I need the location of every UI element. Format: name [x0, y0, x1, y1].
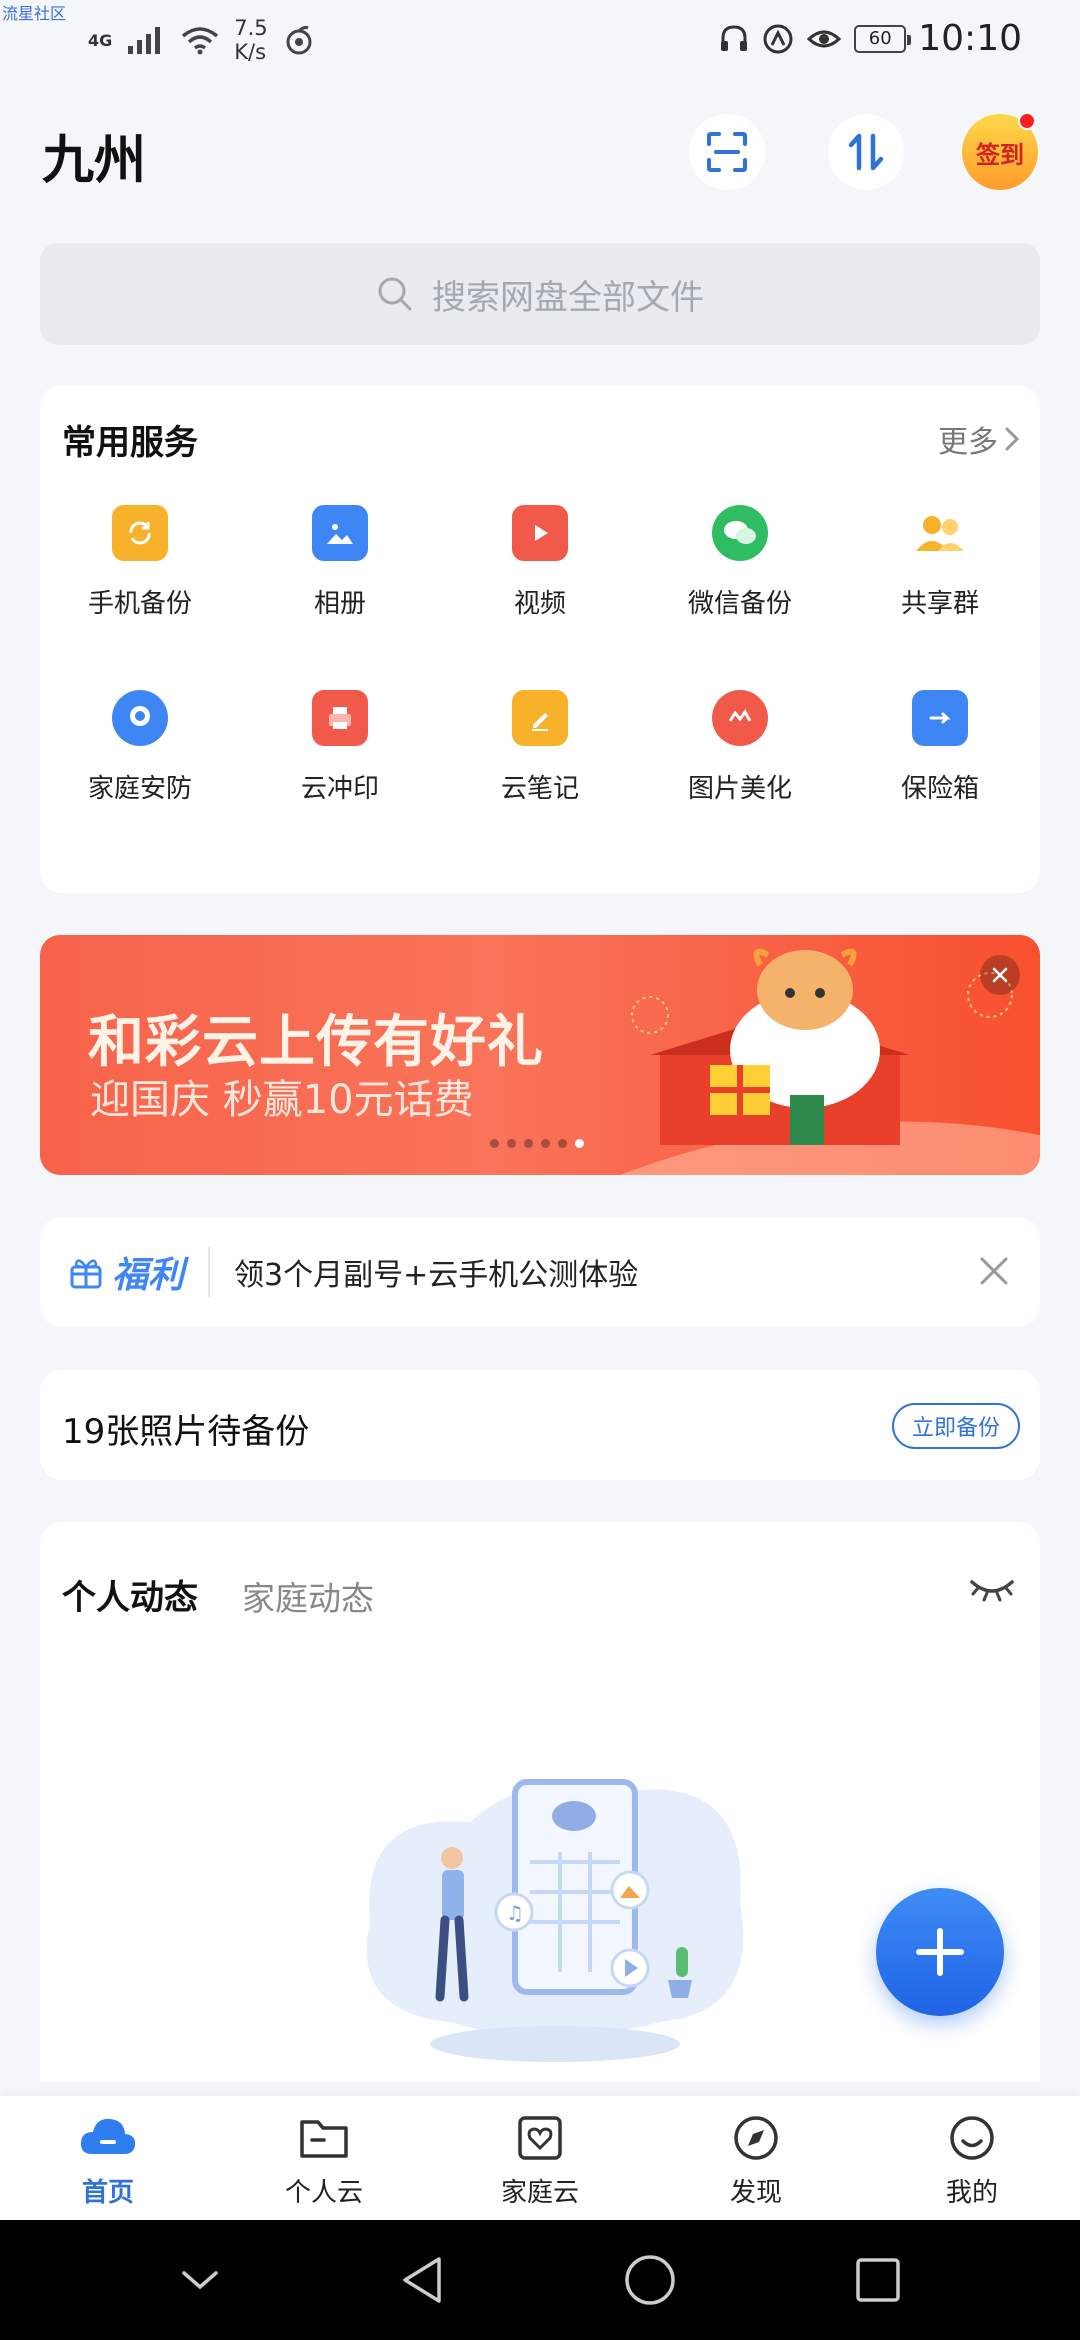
eye-closed-icon[interactable] [968, 1574, 1016, 1604]
activity-card: 个人动态 家庭动态 ♫ [40, 1522, 1040, 2082]
smile-icon [950, 2116, 994, 2160]
pagination-dot [507, 1139, 516, 1148]
tab-personal-activity[interactable]: 个人动态 [62, 1570, 198, 1619]
divider [208, 1247, 211, 1297]
service-cloud-note[interactable]: 云笔记 [440, 690, 640, 805]
welfare-tag: 福利 [68, 1246, 184, 1298]
scan-icon [707, 132, 747, 172]
close-icon [992, 967, 1008, 983]
printer-icon [312, 690, 368, 746]
svg-text:♫: ♫ [506, 1901, 524, 1925]
pagination-dot [541, 1139, 550, 1148]
pagination-dot [524, 1139, 533, 1148]
gift-icon [70, 1259, 102, 1289]
nav-home[interactable]: 首页 [0, 2096, 216, 2220]
banner-title: 和彩云上传有好礼 [88, 1010, 544, 1075]
phone-backup-icon [112, 505, 168, 561]
add-fab-button[interactable] [876, 1888, 1004, 2016]
folder-icon [300, 2120, 348, 2158]
banner-pagination [490, 1139, 584, 1148]
album-icon [312, 505, 368, 561]
compass-icon [734, 2116, 778, 2160]
backup-reminder-card: 19张照片待备份 立即备份 [40, 1370, 1040, 1480]
search-bar[interactable]: 搜索网盘全部文件 [40, 243, 1040, 345]
service-cloud-print[interactable]: 云冲印 [240, 690, 440, 805]
chevron-right-icon [1005, 427, 1020, 451]
page-title: 九州 [42, 131, 147, 191]
search-placeholder: 搜索网盘全部文件 [432, 277, 704, 318]
service-wechat-backup[interactable]: 微信备份 [640, 505, 840, 620]
net-speed: 7.5 K/s [234, 16, 268, 64]
status-right: 60 10:10 [718, 18, 1022, 59]
service-album[interactable]: 相册 [240, 505, 440, 620]
battery-indicator: 60 [854, 24, 912, 53]
status-bar: 4G 7.5 K/s 60 10:10 [0, 0, 1080, 80]
services-grid: 手机备份 相册 视频 微信备份 共享群 家庭安防 云冲印 云笔记 图片美化 保险… [40, 505, 1040, 805]
signal-icon [128, 27, 161, 54]
headphones-icon [721, 24, 748, 51]
search-icon [378, 277, 412, 311]
bottom-nav: 首页 个人云 家庭云 发现 我的 [0, 2096, 1080, 2220]
notification-dot [1018, 112, 1036, 130]
service-share-group[interactable]: 共享群 [840, 505, 1040, 620]
banner-subtitle: 迎国庆 秒赢10元话费 [90, 1077, 474, 1123]
video-icon [512, 505, 568, 561]
beautify-icon [712, 690, 768, 746]
safe-icon [912, 690, 968, 746]
empty-activity-illustration: ♫ [366, 1779, 744, 2062]
system-nav-bar [0, 2220, 1080, 2340]
backup-now-button[interactable]: 立即备份 [892, 1403, 1020, 1449]
recents-icon[interactable] [853, 2255, 903, 2305]
pagination-dot [558, 1139, 567, 1148]
transfer-button[interactable] [828, 114, 904, 190]
wifi-icon [182, 27, 219, 55]
home-icon[interactable] [622, 2252, 678, 2308]
service-photo-beautify[interactable]: 图片美化 [640, 690, 840, 805]
backup-reminder-text: 19张照片待备份 [62, 1412, 310, 1452]
service-phone-backup[interactable]: 手机备份 [40, 505, 240, 620]
status-left: 4G 7.5 K/s [88, 16, 316, 64]
promo-banner[interactable]: 和彩云上传有好礼 迎国庆 秒赢10元话费 [40, 935, 1040, 1175]
banner-illustration [620, 948, 1040, 1175]
family-heart-icon [518, 2116, 562, 2160]
wechat-icon [712, 505, 768, 561]
nav-family-cloud[interactable]: 家庭云 [432, 2096, 648, 2220]
network-type: 4G [88, 30, 113, 50]
service-home-security[interactable]: 家庭安防 [40, 690, 240, 805]
tab-family-activity[interactable]: 家庭动态 [242, 1572, 374, 1620]
banner-close-button[interactable] [980, 955, 1020, 995]
nav-discover[interactable]: 发现 [648, 2096, 864, 2220]
nfc-icon [763, 24, 793, 53]
camera-icon [112, 690, 168, 746]
hide-keyboard-icon[interactable] [178, 2265, 222, 2295]
services-more-link[interactable]: 更多 [938, 417, 1020, 461]
note-icon [512, 690, 568, 746]
service-video[interactable]: 视频 [440, 505, 640, 620]
scan-button[interactable] [689, 114, 765, 190]
nav-personal-cloud[interactable]: 个人云 [216, 2096, 432, 2220]
nav-mine[interactable]: 我的 [864, 2096, 1080, 2220]
eye-comfort-icon [807, 30, 842, 47]
close-icon[interactable] [976, 1253, 1012, 1289]
clock: 10:10 [918, 18, 1022, 59]
pagination-dot [490, 1139, 499, 1148]
cloud-home-icon [80, 2118, 136, 2154]
sync-icon [286, 25, 312, 55]
back-icon[interactable] [397, 2253, 447, 2307]
services-card: 常用服务 更多 手机备份 相册 视频 微信备份 共享群 家庭安防 云冲印 云笔记… [40, 385, 1040, 893]
share-group-icon [912, 505, 968, 561]
services-title: 常用服务 [62, 423, 198, 463]
service-safe-box[interactable]: 保险箱 [840, 690, 1040, 805]
transfer-icon [848, 133, 884, 171]
welfare-text: 领3个月副号+云手机公测体验 [234, 1258, 639, 1293]
plus-icon [916, 1928, 964, 1976]
welfare-strip[interactable]: 福利 领3个月副号+云手机公测体验 [40, 1217, 1040, 1327]
pagination-dot-active [575, 1139, 584, 1148]
